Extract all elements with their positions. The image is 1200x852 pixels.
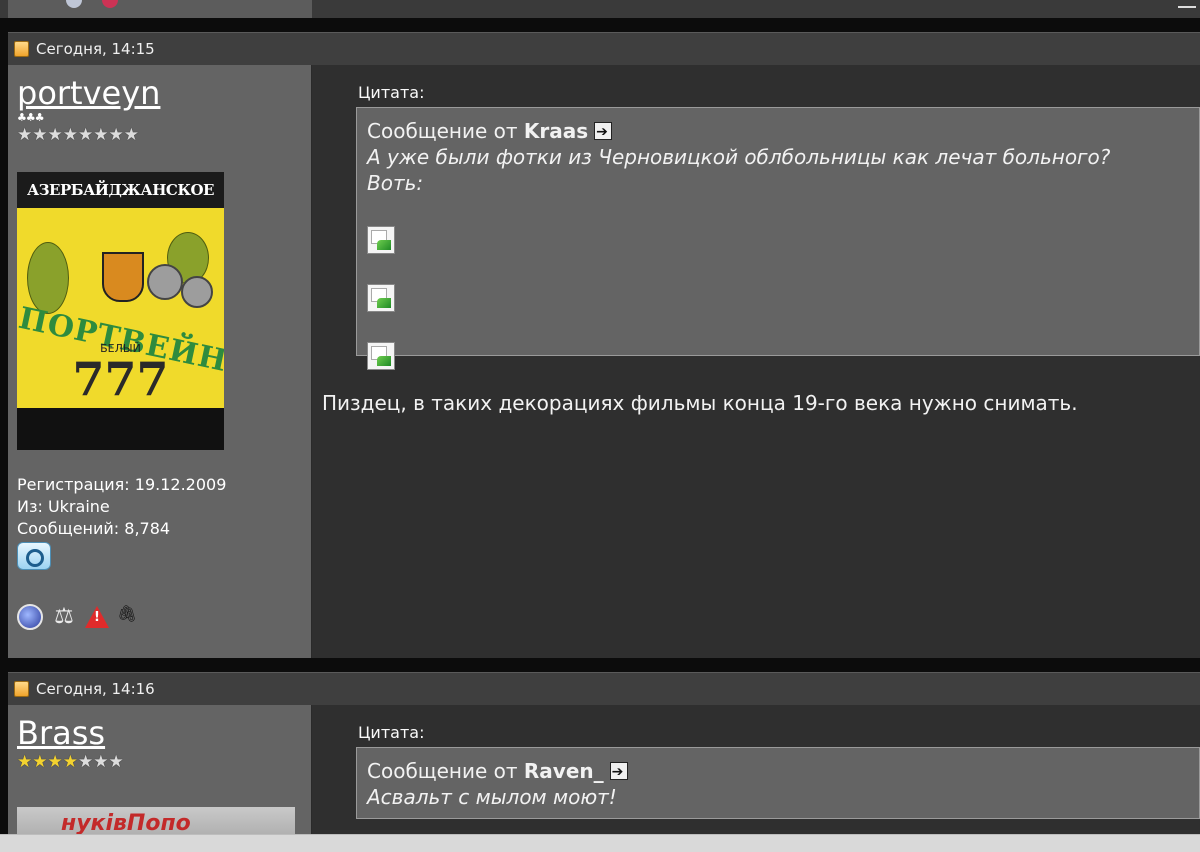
user-rating-stars: ★ ★ ★ ★ ★ ★ ★ ★ — [17, 126, 302, 144]
star-icon: ★ — [62, 752, 78, 772]
quote-from: Сообщение от Kraas — [367, 118, 1189, 145]
post: Сегодня, 14:16 Brass ★ ★ ★ ★ ★ ★ ★ нуківПопо Ц… — [8, 672, 1200, 845]
avatar[interactable]: АЗЕРБАЙДЖАНСКОЕ ВИНО ПОРТВЕЙН БЕЛЫЙ 777 — [17, 172, 224, 450]
username-link[interactable]: portveyn — [17, 75, 302, 111]
user-panel: portveyn ♣♣♣ ★★★★★★★★ АЗЕРБАЙДЖАНСКОЕ ВИ… — [8, 65, 312, 658]
post-corner-icon — [1178, 0, 1196, 8]
broken-image-icon[interactable] — [367, 342, 395, 370]
post-content: Цитата: Сообщение от Kraas А уже были фо… — [312, 65, 1200, 658]
star-icon: ★ — [62, 125, 78, 145]
quote-label: Цитата: — [358, 83, 425, 102]
username-link[interactable]: Brass — [17, 715, 302, 751]
post-body: portveyn ♣♣♣ ★★★★★★★★ АЗЕРБАЙДЖАНСКОЕ ВИ… — [8, 65, 1200, 658]
star-icon: ★ — [32, 125, 48, 145]
post-header: Сегодня, 14:15 — [8, 32, 1200, 65]
post-new-icon — [14, 681, 29, 697]
scales-icon[interactable]: ⚖ — [51, 604, 77, 630]
quote-author: Kraas — [523, 119, 589, 143]
post-new-icon — [14, 41, 29, 57]
star-icon: ★ — [93, 125, 109, 145]
star-icon: ★ — [78, 125, 94, 145]
previous-user-panel-bottom — [8, 0, 312, 18]
star-icon: ★ — [108, 752, 124, 772]
quote-author: Raven_ — [523, 759, 604, 783]
quote-text: Воть: — [367, 171, 424, 195]
post: Сегодня, 14:15 portveyn ♣♣♣ ★ ★ ★ ★ ★ ★ ★ ★ АЗЕ… — [8, 32, 1200, 658]
post-body: Brass ★ ★ ★ ★ ★ ★ ★ нуківПопо Цитата: Сообщени… — [8, 705, 1200, 845]
star-icon: ★ — [47, 752, 63, 772]
globe-award-icon[interactable] — [66, 0, 82, 8]
post-header: Сегодня, 14:16 — [8, 672, 1200, 705]
user-badges: ⚖ 🖇 — [17, 604, 302, 630]
horizontal-scrollbar[interactable] — [0, 834, 1200, 852]
quote-text: Асвальт с мылом моют! — [367, 785, 617, 809]
quote-box: Сообщение от Kraas А уже были фотки из Ч… — [356, 107, 1200, 370]
star-icon: ★ — [78, 752, 94, 772]
message-count: Сообщений: 8,784 — [17, 519, 171, 538]
broken-image-icon[interactable] — [367, 284, 395, 312]
quote-text: А уже были фотки из Черновицкой облбольн… — [367, 145, 1111, 169]
star-icon: ★ — [93, 752, 109, 772]
avatar-label-title: АЗЕРБАЙДЖАНСКОЕ ВИНО — [17, 172, 224, 235]
award-icon[interactable] — [102, 0, 118, 8]
user-location: Из: Ukraine — [17, 497, 110, 516]
user-stats: Регистрация: 19.12.2009 Из: Ukraine Сооб… — [17, 474, 302, 540]
quote-from: Сообщение от Raven_ — [367, 758, 1189, 785]
broken-image-icon[interactable] — [367, 226, 395, 254]
star-icon: ★ — [47, 125, 63, 145]
post-time: Сегодня, 14:15 — [36, 40, 155, 58]
user-panel: Brass ★ ★ ★ ★ ★ ★ ★ нуківПопо — [8, 705, 312, 845]
post-time: Сегодня, 14:16 — [36, 680, 155, 698]
rank-pips: ♣♣♣ — [17, 111, 45, 124]
star-icon: ★ — [17, 752, 33, 772]
gender-male-icon — [17, 542, 51, 570]
star-icon: ★ — [32, 752, 48, 772]
star-icon: ★ — [17, 125, 33, 145]
star-icon: ★ — [123, 125, 139, 145]
post-message: Пиздец, в таких декорациях фильмы конца … — [322, 391, 1078, 415]
view-post-arrow-icon[interactable] — [594, 119, 613, 145]
view-post-arrow-icon[interactable] — [609, 759, 628, 785]
warning-icon[interactable] — [85, 606, 109, 628]
post-content: Цитата: Сообщение от Raven_ Асвальт с мы… — [312, 705, 1200, 845]
quote-box: Сообщение от Raven_ Асвальт с мылом моют… — [356, 747, 1200, 819]
globe-award-icon[interactable] — [17, 604, 43, 630]
star-icon: ★ — [108, 125, 124, 145]
quote-label: Цитата: — [358, 723, 425, 742]
previous-post-footer — [0, 0, 1200, 18]
paperclip-icon[interactable]: 🖇 — [117, 604, 137, 630]
registration-date: Регистрация: 19.12.2009 — [17, 475, 227, 494]
user-rating-stars: ★ ★ ★ ★ ★ ★ ★ — [17, 753, 302, 771]
